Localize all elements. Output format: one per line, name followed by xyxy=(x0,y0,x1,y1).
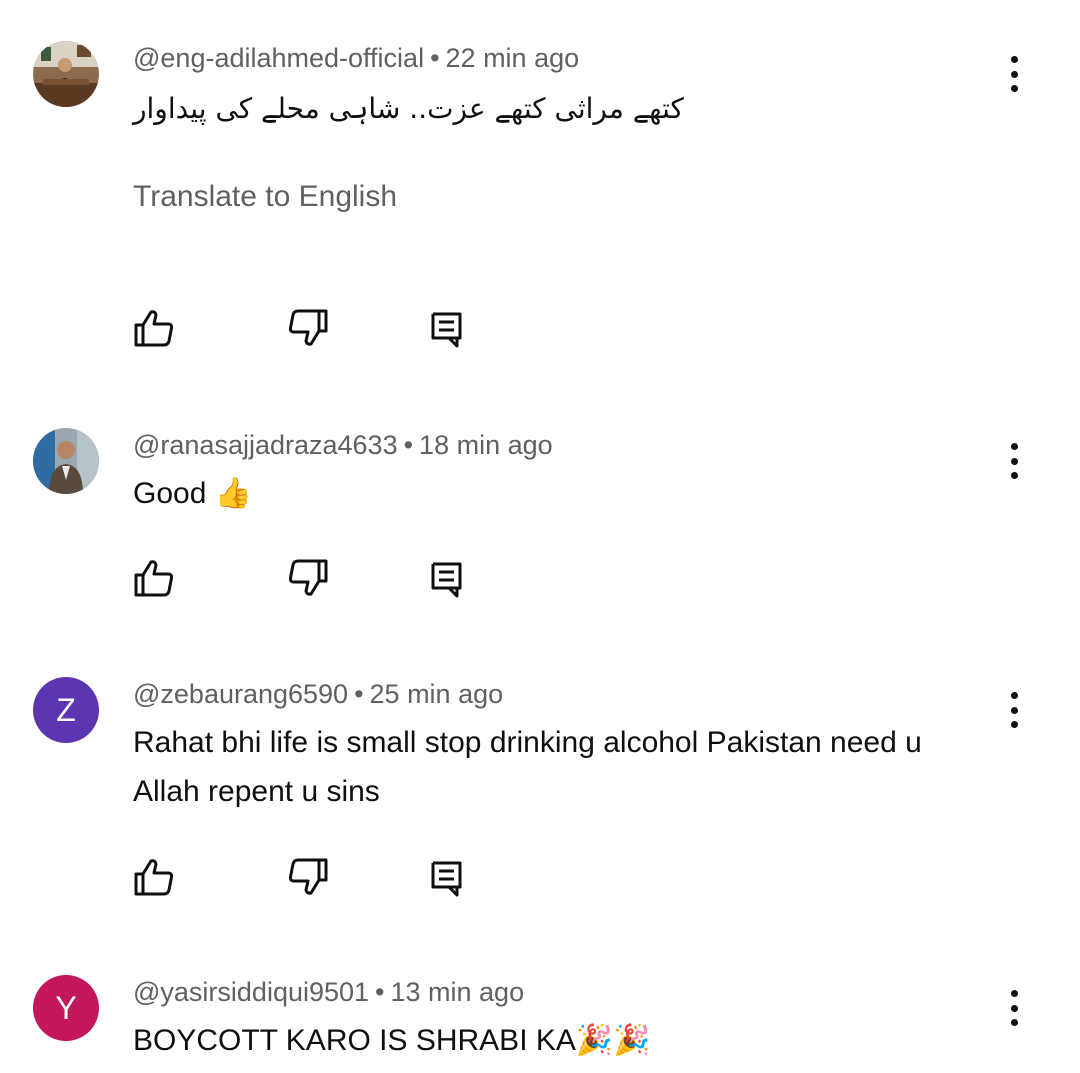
reply-button[interactable] xyxy=(426,855,470,899)
avatar-letter: Y xyxy=(55,989,77,1026)
like-button[interactable] xyxy=(132,556,176,600)
meta-separator: • xyxy=(375,977,385,1007)
profile-photo-icon xyxy=(33,428,99,494)
thumb-up-icon xyxy=(134,859,174,896)
comment-meta: @eng-adilahmed-official • 22 min ago xyxy=(133,42,579,74)
avatar[interactable]: Z xyxy=(33,677,99,743)
more-vertical-icon[interactable] xyxy=(996,439,1032,483)
reply-comment-icon xyxy=(431,861,462,897)
dislike-button[interactable] xyxy=(286,306,330,350)
comment-meta: @zebaurang6590 • 25 min ago xyxy=(133,678,503,710)
comment-meta: @yasirsiddiqui9501 • 13 min ago xyxy=(133,976,524,1008)
more-vertical-icon[interactable] xyxy=(996,986,1032,1030)
comment-author[interactable]: @ranasajjadraza4633 xyxy=(133,430,398,460)
like-button[interactable] xyxy=(132,855,176,899)
comment-text-content: کتھے مراثی کتھے عزت.. شاہی محلے کی پیداو… xyxy=(133,92,684,125)
avatar-letter: Z xyxy=(56,691,76,728)
dislike-button[interactable] xyxy=(286,556,330,600)
comment-time: 22 min ago xyxy=(445,43,580,73)
comment-text: Good 👍 xyxy=(133,477,253,510)
comment-item: Y @yasirsiddiqui9501 • 13 min ago BOYCOTT … xyxy=(0,0,1080,1057)
dislike-button[interactable] xyxy=(286,855,330,899)
comment-time: 13 min ago xyxy=(390,977,525,1007)
avatar[interactable]: Y xyxy=(33,975,99,1041)
thumb-down-icon xyxy=(288,309,328,346)
more-vertical-icon[interactable] xyxy=(996,52,1032,96)
comment-item: @eng-adilahmed-official • 22 min ago کتھے … xyxy=(0,0,1080,380)
thumb-down-icon xyxy=(288,559,328,596)
meta-separator: • xyxy=(430,43,440,73)
thumb-down-icon xyxy=(288,858,328,895)
meta-separator: • xyxy=(403,430,414,460)
reply-button[interactable] xyxy=(426,556,470,600)
comment-author[interactable]: @eng-adilahmed-official xyxy=(133,43,424,73)
avatar[interactable] xyxy=(33,41,99,107)
reply-comment-icon xyxy=(431,312,462,348)
comment-author[interactable]: @zebaurang6590 xyxy=(133,679,348,709)
thumb-up-icon xyxy=(134,560,174,597)
comment-time: 25 min ago xyxy=(369,679,504,709)
comment-text: BOYCOTT KARO IS SHRABI KA🎉🎉 xyxy=(133,1024,651,1057)
avatar[interactable] xyxy=(33,428,99,494)
comment-text: Rahat bhi life is small stop drinking al… xyxy=(133,726,922,808)
more-vertical-icon[interactable] xyxy=(996,688,1032,732)
meta-separator: • xyxy=(354,679,364,709)
comment-meta: @ranasajjadraza4633 • 18 min ago xyxy=(133,429,553,461)
like-button[interactable] xyxy=(132,306,176,350)
translate-link[interactable]: Translate to English xyxy=(133,180,397,214)
comment-author[interactable]: @yasirsiddiqui9501 xyxy=(133,977,369,1007)
profile-photo-icon xyxy=(33,41,99,107)
thumb-up-icon xyxy=(134,310,174,347)
reply-comment-icon xyxy=(431,562,462,598)
comment-text: کتھے مراثی کتھے عزت.. شاہی محلے کی پیداو… xyxy=(133,84,684,133)
comment-time: 18 min ago xyxy=(419,430,553,460)
reply-button[interactable] xyxy=(426,306,470,350)
